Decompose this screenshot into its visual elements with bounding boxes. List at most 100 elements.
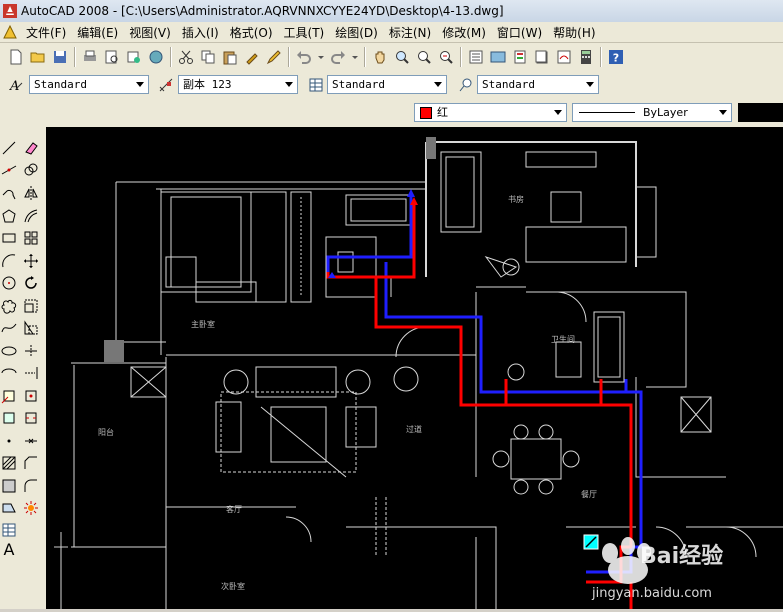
chamfer-tool[interactable] <box>22 454 40 472</box>
match-properties-button[interactable] <box>242 47 262 67</box>
help-button[interactable]: ? <box>606 47 626 67</box>
copy-tool[interactable] <box>22 161 40 179</box>
markup-button[interactable] <box>554 47 574 67</box>
polyline-icon <box>2 189 16 200</box>
color-swatch <box>420 107 432 119</box>
ellipse-arc-tool[interactable] <box>0 364 18 382</box>
redo-dropdown[interactable] <box>350 47 360 67</box>
move-tool[interactable] <box>22 252 40 270</box>
zoom-window-button[interactable] <box>414 47 434 67</box>
mirror-tool[interactable] <box>22 184 40 202</box>
polyline-tool[interactable] <box>0 184 18 202</box>
block-editor-button[interactable] <box>264 47 284 67</box>
make-block-tool[interactable] <box>0 409 18 427</box>
text-style-select[interactable]: Standard <box>29 75 149 94</box>
new-button[interactable] <box>6 47 26 67</box>
insert-block-tool[interactable] <box>0 387 18 405</box>
offset-tool[interactable] <box>22 207 40 225</box>
calculator-icon <box>581 50 591 64</box>
dim-style-select[interactable]: 副本 123 <box>178 75 298 94</box>
calculator-button[interactable] <box>576 47 596 67</box>
scale-tool[interactable] <box>22 297 40 315</box>
zoom-realtime-button[interactable] <box>392 47 412 67</box>
menu-format[interactable]: 格式(O) <box>226 24 277 41</box>
trim-tool[interactable] <box>22 342 40 360</box>
polygon-tool[interactable] <box>0 207 18 225</box>
menu-window[interactable]: 窗口(W) <box>493 24 546 41</box>
dim-style-button[interactable] <box>156 75 176 95</box>
extend-tool[interactable] <box>22 364 40 382</box>
tool-palettes-button[interactable] <box>510 47 530 67</box>
hatch-tool[interactable] <box>0 454 18 472</box>
undo-button[interactable] <box>294 47 314 67</box>
chevron-down-icon <box>550 105 565 120</box>
save-button[interactable] <box>50 47 70 67</box>
gradient-tool[interactable] <box>0 477 18 495</box>
plot-button[interactable] <box>80 47 100 67</box>
design-center-button[interactable] <box>488 47 508 67</box>
pan-button[interactable] <box>370 47 390 67</box>
construction-line-tool[interactable] <box>0 161 18 179</box>
erase-tool[interactable] <box>22 139 40 157</box>
open-button[interactable] <box>28 47 48 67</box>
rotate-tool[interactable] <box>22 274 40 292</box>
table-icon <box>2 523 16 537</box>
document-icon[interactable] <box>2 24 18 40</box>
paste-button[interactable] <box>220 47 240 67</box>
menu-modify[interactable]: 修改(M) <box>438 24 490 41</box>
printer-icon <box>84 50 96 61</box>
room-label-dining: 餐厅 <box>581 490 597 499</box>
dwf-button[interactable] <box>146 47 166 67</box>
point-tool[interactable] <box>0 432 18 450</box>
zoom-previous-button[interactable] <box>436 47 456 67</box>
linetype-select[interactable]: ByLayer <box>572 103 732 122</box>
ellipse-tool[interactable] <box>0 342 18 360</box>
region-tool[interactable] <box>0 499 18 517</box>
copy-button[interactable] <box>198 47 218 67</box>
circle-tool[interactable] <box>0 274 18 292</box>
color-select[interactable]: 红 <box>414 103 567 122</box>
undo-dropdown[interactable] <box>316 47 326 67</box>
multiline-text-tool[interactable]: A <box>0 540 18 559</box>
properties-button[interactable] <box>466 47 486 67</box>
sheet-set-button[interactable] <box>532 47 552 67</box>
join-tool[interactable] <box>22 432 40 450</box>
lineweight-select[interactable] <box>738 103 783 122</box>
arc-tool[interactable] <box>0 252 18 270</box>
multileader-style-select[interactable]: Standard <box>477 75 599 94</box>
rectangle-tool[interactable] <box>0 229 18 247</box>
menu-view[interactable]: 视图(V) <box>125 24 175 41</box>
multileader-style-button[interactable] <box>456 75 476 95</box>
autocad-app-icon[interactable] <box>2 3 18 19</box>
explode-tool[interactable] <box>22 499 40 517</box>
array-tool[interactable] <box>22 229 40 247</box>
publish-button[interactable] <box>124 47 144 67</box>
menu-edit[interactable]: 编辑(E) <box>73 24 122 41</box>
menu-insert[interactable]: 插入(I) <box>178 24 223 41</box>
break-point-icon <box>25 390 37 402</box>
cut-button[interactable] <box>176 47 196 67</box>
table-tool[interactable] <box>0 521 18 539</box>
menu-dimension[interactable]: 标注(N) <box>385 24 435 41</box>
revision-cloud-tool[interactable] <box>0 297 18 315</box>
table-style-select[interactable]: Standard <box>327 75 447 94</box>
plot-preview-button[interactable] <box>102 47 122 67</box>
spline-tool[interactable] <box>0 319 18 337</box>
stretch-tool[interactable] <box>22 319 40 337</box>
text-style-button[interactable]: A <box>6 75 26 95</box>
break-tool[interactable] <box>22 409 40 427</box>
break-at-point-tool[interactable] <box>22 387 40 405</box>
table-style-button[interactable] <box>306 75 326 95</box>
chevron-down-icon <box>430 77 445 92</box>
menu-file[interactable]: 文件(F) <box>22 24 70 41</box>
redo-button[interactable] <box>328 47 348 67</box>
menu-tools[interactable]: 工具(T) <box>280 24 329 41</box>
menu-help[interactable]: 帮助(H) <box>549 24 599 41</box>
table-style-value: Standard <box>332 78 385 91</box>
magnifier-icon <box>396 51 409 64</box>
menu-draw[interactable]: 绘图(D) <box>331 24 382 41</box>
room-label-balcony: 阳台 <box>98 427 114 437</box>
toolbar-separator <box>288 47 290 67</box>
fillet-tool[interactable] <box>22 477 40 495</box>
line-tool[interactable] <box>0 139 18 157</box>
